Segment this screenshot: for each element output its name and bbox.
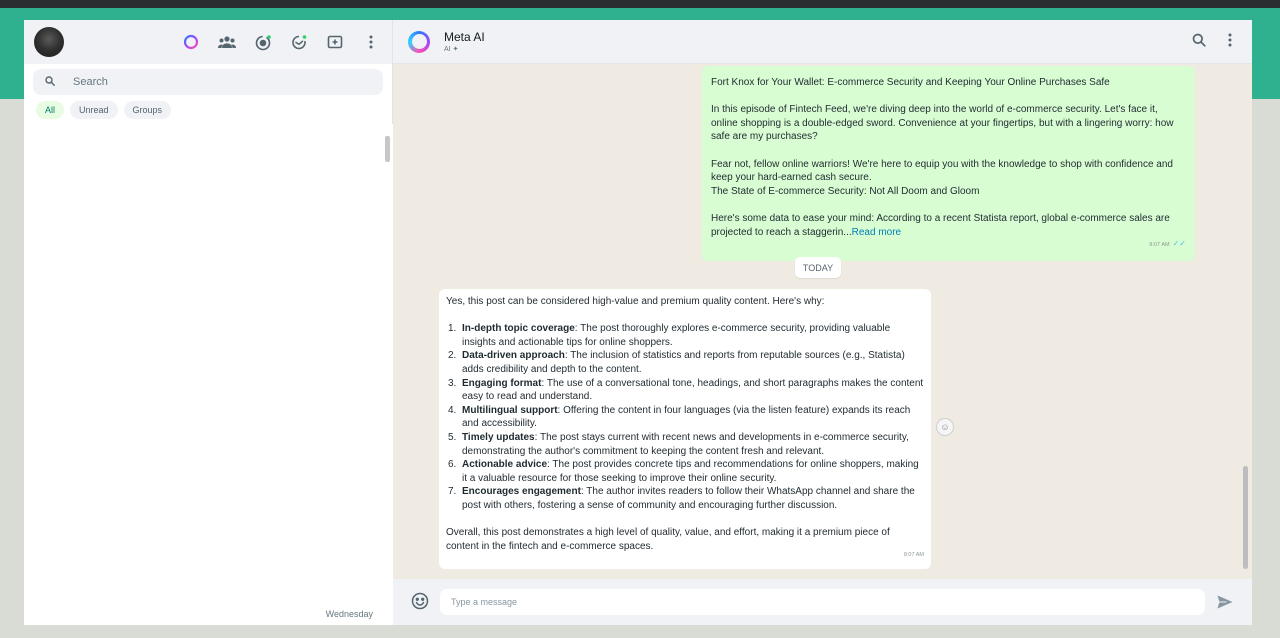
conversation-panel: Meta AI AI ✦ Fort Knox for Your Wallet: … [393,20,1252,625]
message-scrollbar[interactable] [1243,466,1248,569]
filter-unread[interactable]: Unread [70,101,118,119]
message-time: 8:07 AM ✓✓ [1149,239,1186,249]
conversation-header-icons [1192,20,1232,64]
list-item: 7. Encourages engagement: The author invi… [448,486,915,511]
message-list[interactable]: Fort Knox for Your Wallet: E-commerce Se… [393,64,1252,579]
list-item: 3. Engaging format: The use of a conversa… [448,377,924,403]
menu-icon[interactable] [1228,33,1232,52]
chat-item-date: Wednesday [325,609,373,619]
filter-all[interactable]: All [36,101,65,119]
conversation-header[interactable]: Meta AI AI ✦ [393,20,1252,64]
emoji-icon[interactable] [411,592,429,610]
menu-icon[interactable] [362,33,380,51]
message-line: In this episode of Fintech Feed, we're d… [711,104,1174,143]
contact-info[interactable]: Meta AI AI ✦ [444,30,485,53]
message-input[interactable] [440,589,1205,615]
channels-icon[interactable] [290,33,308,51]
outgoing-message[interactable]: Fort Knox for Your Wallet: E-commerce Se… [702,66,1195,261]
reaction-emoji-icon[interactable]: ☺ [936,418,954,436]
composer [393,579,1252,625]
sidebar-header-icons [182,20,380,64]
list-item: 1. In-depth topic coverage: The post thor… [448,323,891,348]
read-more-link[interactable]: Read more [852,227,901,238]
chat-list-scrollbar[interactable] [385,136,390,162]
communities-icon[interactable] [218,33,236,51]
sidebar-header [24,20,392,64]
incoming-message[interactable]: Yes, this post can be considered high-va… [439,289,931,569]
day-divider: TODAY [795,257,841,278]
message-line: Here's some data to ease your mind: Acco… [711,212,1170,238]
list-item: 4. Multilingual support: Offering the con… [448,404,911,430]
chat-list[interactable]: Wednesday [24,124,393,625]
filter-chips: All Unread Groups [24,95,392,119]
whatsapp-window: Search All Unread Groups Wednesday Meta … [24,20,1252,625]
sparkle-icon: ✦ [452,46,459,53]
send-icon[interactable] [1216,593,1234,611]
search-icon[interactable] [1192,33,1206,52]
read-ticks-icon: ✓✓ [1172,239,1186,249]
message-line: The State of E-commerce Security: Not Al… [711,185,980,197]
list-item: 2. Data-driven approach: The inclusion of… [448,350,905,375]
profile-avatar[interactable] [34,27,64,57]
message-line: Fort Knox for Your Wallet: E-commerce Se… [711,77,1110,88]
message-line: Fear not, fellow online warriors! We're … [711,158,1173,184]
sidebar: Search All Unread Groups Wednesday [24,20,393,625]
search-wrap: Search [24,64,392,95]
contact-subtitle: AI ✦ [444,46,459,53]
meta-ai-avatar-icon[interactable] [408,30,430,53]
meta-ai-icon[interactable] [182,33,200,51]
filter-groups[interactable]: Groups [123,101,172,119]
list-item: 6. Actionable advice: The post provides c… [448,459,919,484]
status-icon[interactable] [254,33,272,51]
new-chat-icon[interactable] [326,33,344,51]
contact-name: Meta AI [444,30,485,44]
os-top-strip [0,0,1280,8]
search-icon [45,73,55,91]
message-intro: Yes, this post can be considered high-va… [446,296,825,307]
reasons-list: 1. In-depth topic coverage: The post thor… [446,322,924,512]
search-input[interactable]: Search [33,69,383,95]
list-item: 5. Timely updates: The post stays current… [448,431,909,457]
search-placeholder: Search [73,76,108,88]
